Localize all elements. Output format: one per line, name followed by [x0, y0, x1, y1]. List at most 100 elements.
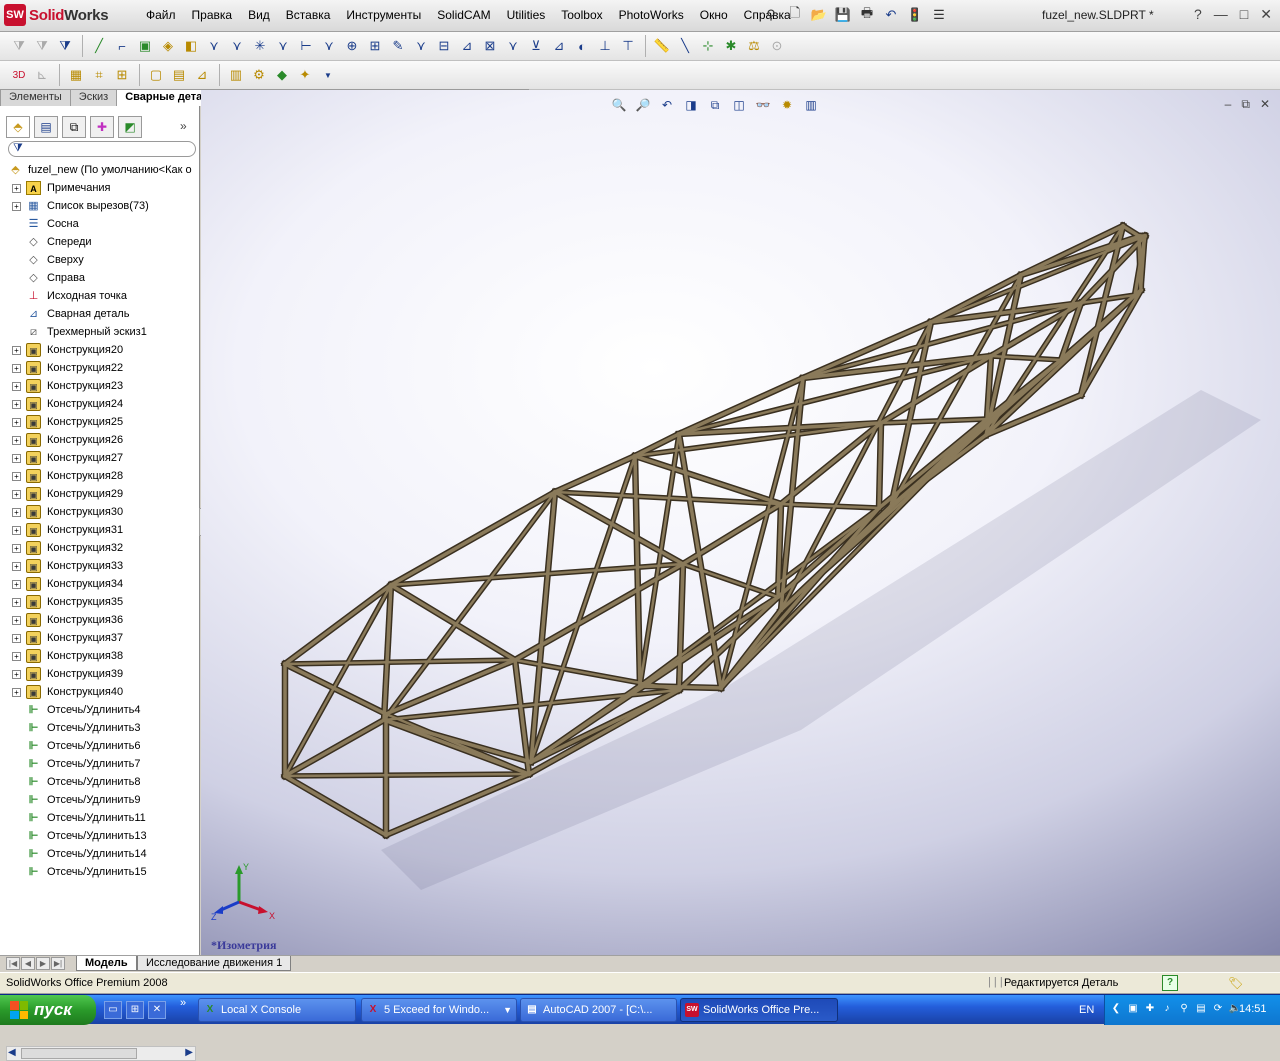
- tree-item[interactable]: + ▣ Конструкция20: [0, 341, 200, 359]
- tree-item[interactable]: + ▣ Конструкция28: [0, 467, 200, 485]
- tree-item[interactable]: ◇ Справа: [0, 269, 200, 287]
- model-tab[interactable]: Модель: [76, 956, 137, 971]
- expand-icon[interactable]: +: [12, 688, 21, 697]
- tree-item[interactable]: ◇ Спереди: [0, 233, 200, 251]
- menu-item[interactable]: PhotoWorks: [611, 6, 692, 24]
- model-tab[interactable]: Исследование движения 1: [137, 956, 292, 971]
- panel-expand-icon[interactable]: »: [180, 119, 187, 133]
- command-tab[interactable]: Элементы: [0, 89, 71, 106]
- tree-item[interactable]: ⊩ Отсечь/Удлинить15: [0, 863, 200, 881]
- tree-item[interactable]: + ▣ Конструкция39: [0, 665, 200, 683]
- tree-item[interactable]: + ▣ Конструкция38: [0, 647, 200, 665]
- new-document-icon[interactable]: 🗋: [784, 4, 806, 26]
- property-manager-tab[interactable]: ▤: [34, 116, 58, 138]
- truss-member[interactable]: [877, 421, 883, 510]
- relation-5-icon[interactable]: ⋎: [410, 35, 432, 57]
- tree-item[interactable]: + ▣ Конструкция34: [0, 575, 200, 593]
- x-console-icon[interactable]: ✕: [148, 1001, 166, 1019]
- expand-icon[interactable]: +: [12, 670, 21, 679]
- group-dropdown-icon[interactable]: ▼: [503, 999, 512, 1021]
- last-tab-icon[interactable]: ▶|: [51, 957, 65, 970]
- print-icon[interactable]: 🖶: [856, 4, 878, 26]
- tree-item[interactable]: + ▣ Конструкция35: [0, 593, 200, 611]
- clock[interactable]: 14:51: [1239, 1003, 1267, 1015]
- tree-item[interactable]: + ▣ Конструкция27: [0, 449, 200, 467]
- rotate-icon[interactable]: ⊕: [341, 35, 363, 57]
- truss-member[interactable]: [382, 490, 557, 722]
- explorer-icon[interactable]: ⊞: [126, 1001, 144, 1019]
- tree-item[interactable]: + ▦ Список вырезов(73): [0, 197, 200, 215]
- filter-icon[interactable]: ⧩: [8, 35, 30, 57]
- configuration-manager-tab[interactable]: ⧉: [62, 116, 86, 138]
- view-orientation-icon[interactable]: ⧉: [705, 96, 725, 114]
- corner-icon[interactable]: ⌐: [111, 35, 133, 57]
- expand-icon[interactable]: +: [12, 364, 21, 373]
- tree-item[interactable]: ⊩ Отсечь/Удлинить4: [0, 701, 200, 719]
- tray-volume-icon[interactable]: ♪: [1160, 1002, 1174, 1016]
- status-help-icon[interactable]: ?: [1162, 975, 1178, 991]
- truss-member[interactable]: [388, 582, 518, 663]
- previous-view-icon[interactable]: ↶: [657, 96, 677, 114]
- tree-item[interactable]: + ▣ Конструкция24: [0, 395, 200, 413]
- tree-item[interactable]: + ▣ Конструкция22: [0, 359, 200, 377]
- tree-item[interactable]: + ▣ Конструкция32: [0, 539, 200, 557]
- weld-bead-icon[interactable]: ✦: [294, 64, 316, 86]
- tree-item[interactable]: + ▣ Конструкция37: [0, 629, 200, 647]
- ruler-icon[interactable]: 📏: [651, 35, 673, 57]
- edit-icon[interactable]: ✎: [387, 35, 409, 57]
- zoom-to-area-icon[interactable]: 🔎: [633, 96, 653, 114]
- pin-icon[interactable]: ⚲: [760, 4, 782, 26]
- viewport-minimize-button[interactable]: ‒: [1225, 97, 1232, 112]
- vertical-icon[interactable]: ⊥: [594, 35, 616, 57]
- truss-member[interactable]: [282, 661, 389, 717]
- viewport-restore-button[interactable]: ⧉: [1241, 97, 1250, 112]
- tree-item[interactable]: ◇ Сверху: [0, 251, 200, 269]
- tree-item[interactable]: + ▣ Конструкция25: [0, 413, 200, 431]
- minimize-button[interactable]: —: [1214, 6, 1228, 23]
- align-icon[interactable]: ⊞: [364, 35, 386, 57]
- menu-item[interactable]: SolidCAM: [429, 6, 498, 24]
- menu-item[interactable]: Вид: [240, 6, 278, 24]
- expand-icon[interactable]: +: [12, 598, 21, 607]
- prev-tab-icon[interactable]: ◀: [21, 957, 35, 970]
- command-tab[interactable]: Эскиз: [69, 89, 118, 106]
- expand-icon[interactable]: +: [12, 382, 21, 391]
- expand-icon[interactable]: +: [12, 580, 21, 589]
- expand-icon[interactable]: +: [12, 490, 21, 499]
- expand-icon[interactable]: +: [12, 202, 21, 211]
- help-button[interactable]: ?: [1194, 6, 1202, 23]
- structural-member-icon[interactable]: ⌗: [88, 64, 110, 86]
- scene-icon[interactable]: ▥: [801, 96, 821, 114]
- next-tab-icon[interactable]: ▶: [36, 957, 50, 970]
- taskbar-button[interactable]: X Local X Console: [198, 998, 356, 1022]
- menu-item[interactable]: Правка: [184, 6, 241, 24]
- truss-member[interactable]: [1078, 287, 1144, 398]
- truss-member[interactable]: [1137, 234, 1143, 292]
- tag-icon[interactable]: 🏷: [1228, 976, 1243, 990]
- dropdown-arrow-icon[interactable]: ▼: [317, 64, 339, 86]
- pierce-icon[interactable]: ◐: [571, 35, 593, 57]
- tree-filter-input[interactable]: ⧩: [8, 141, 196, 157]
- rebuild-icon[interactable]: 🚦: [904, 4, 926, 26]
- relation-6-icon[interactable]: ⋎: [502, 35, 524, 57]
- menu-item[interactable]: Toolbox: [553, 6, 610, 24]
- tree-item[interactable]: ⊩ Отсечь/Удлинить14: [0, 845, 200, 863]
- tree-item[interactable]: + ▣ Конструкция40: [0, 683, 200, 701]
- extrude-cut-icon[interactable]: ▤: [168, 64, 190, 86]
- feature-tree-tab[interactable]: ⬘: [6, 116, 30, 138]
- 3d-sketch-icon[interactable]: 3D: [8, 64, 30, 86]
- language-indicator[interactable]: EN: [1079, 1004, 1094, 1016]
- skew-icon[interactable]: ⊿: [456, 35, 478, 57]
- tray-search-icon[interactable]: ⚲: [1177, 1002, 1191, 1016]
- tree-item[interactable]: ⊩ Отсечь/Удлинить3: [0, 719, 200, 737]
- tree-root[interactable]: ⬘ fuzel_new (По умолчанию<Как о: [0, 161, 200, 179]
- box-icon[interactable]: ▣: [134, 35, 156, 57]
- tray-network-icon[interactable]: ▣: [1126, 1002, 1140, 1016]
- undo-icon[interactable]: ↶: [880, 4, 902, 26]
- expand-icon[interactable]: +: [12, 562, 21, 571]
- show-desktop-icon[interactable]: ▭: [104, 1001, 122, 1019]
- scroll-right-icon[interactable]: ▶: [185, 1047, 193, 1058]
- tree-item[interactable]: ⊩ Отсечь/Удлинить6: [0, 737, 200, 755]
- tree-item[interactable]: ⧄ Трехмерный эскиз1: [0, 323, 200, 341]
- mirror-icon[interactable]: ⊿: [548, 35, 570, 57]
